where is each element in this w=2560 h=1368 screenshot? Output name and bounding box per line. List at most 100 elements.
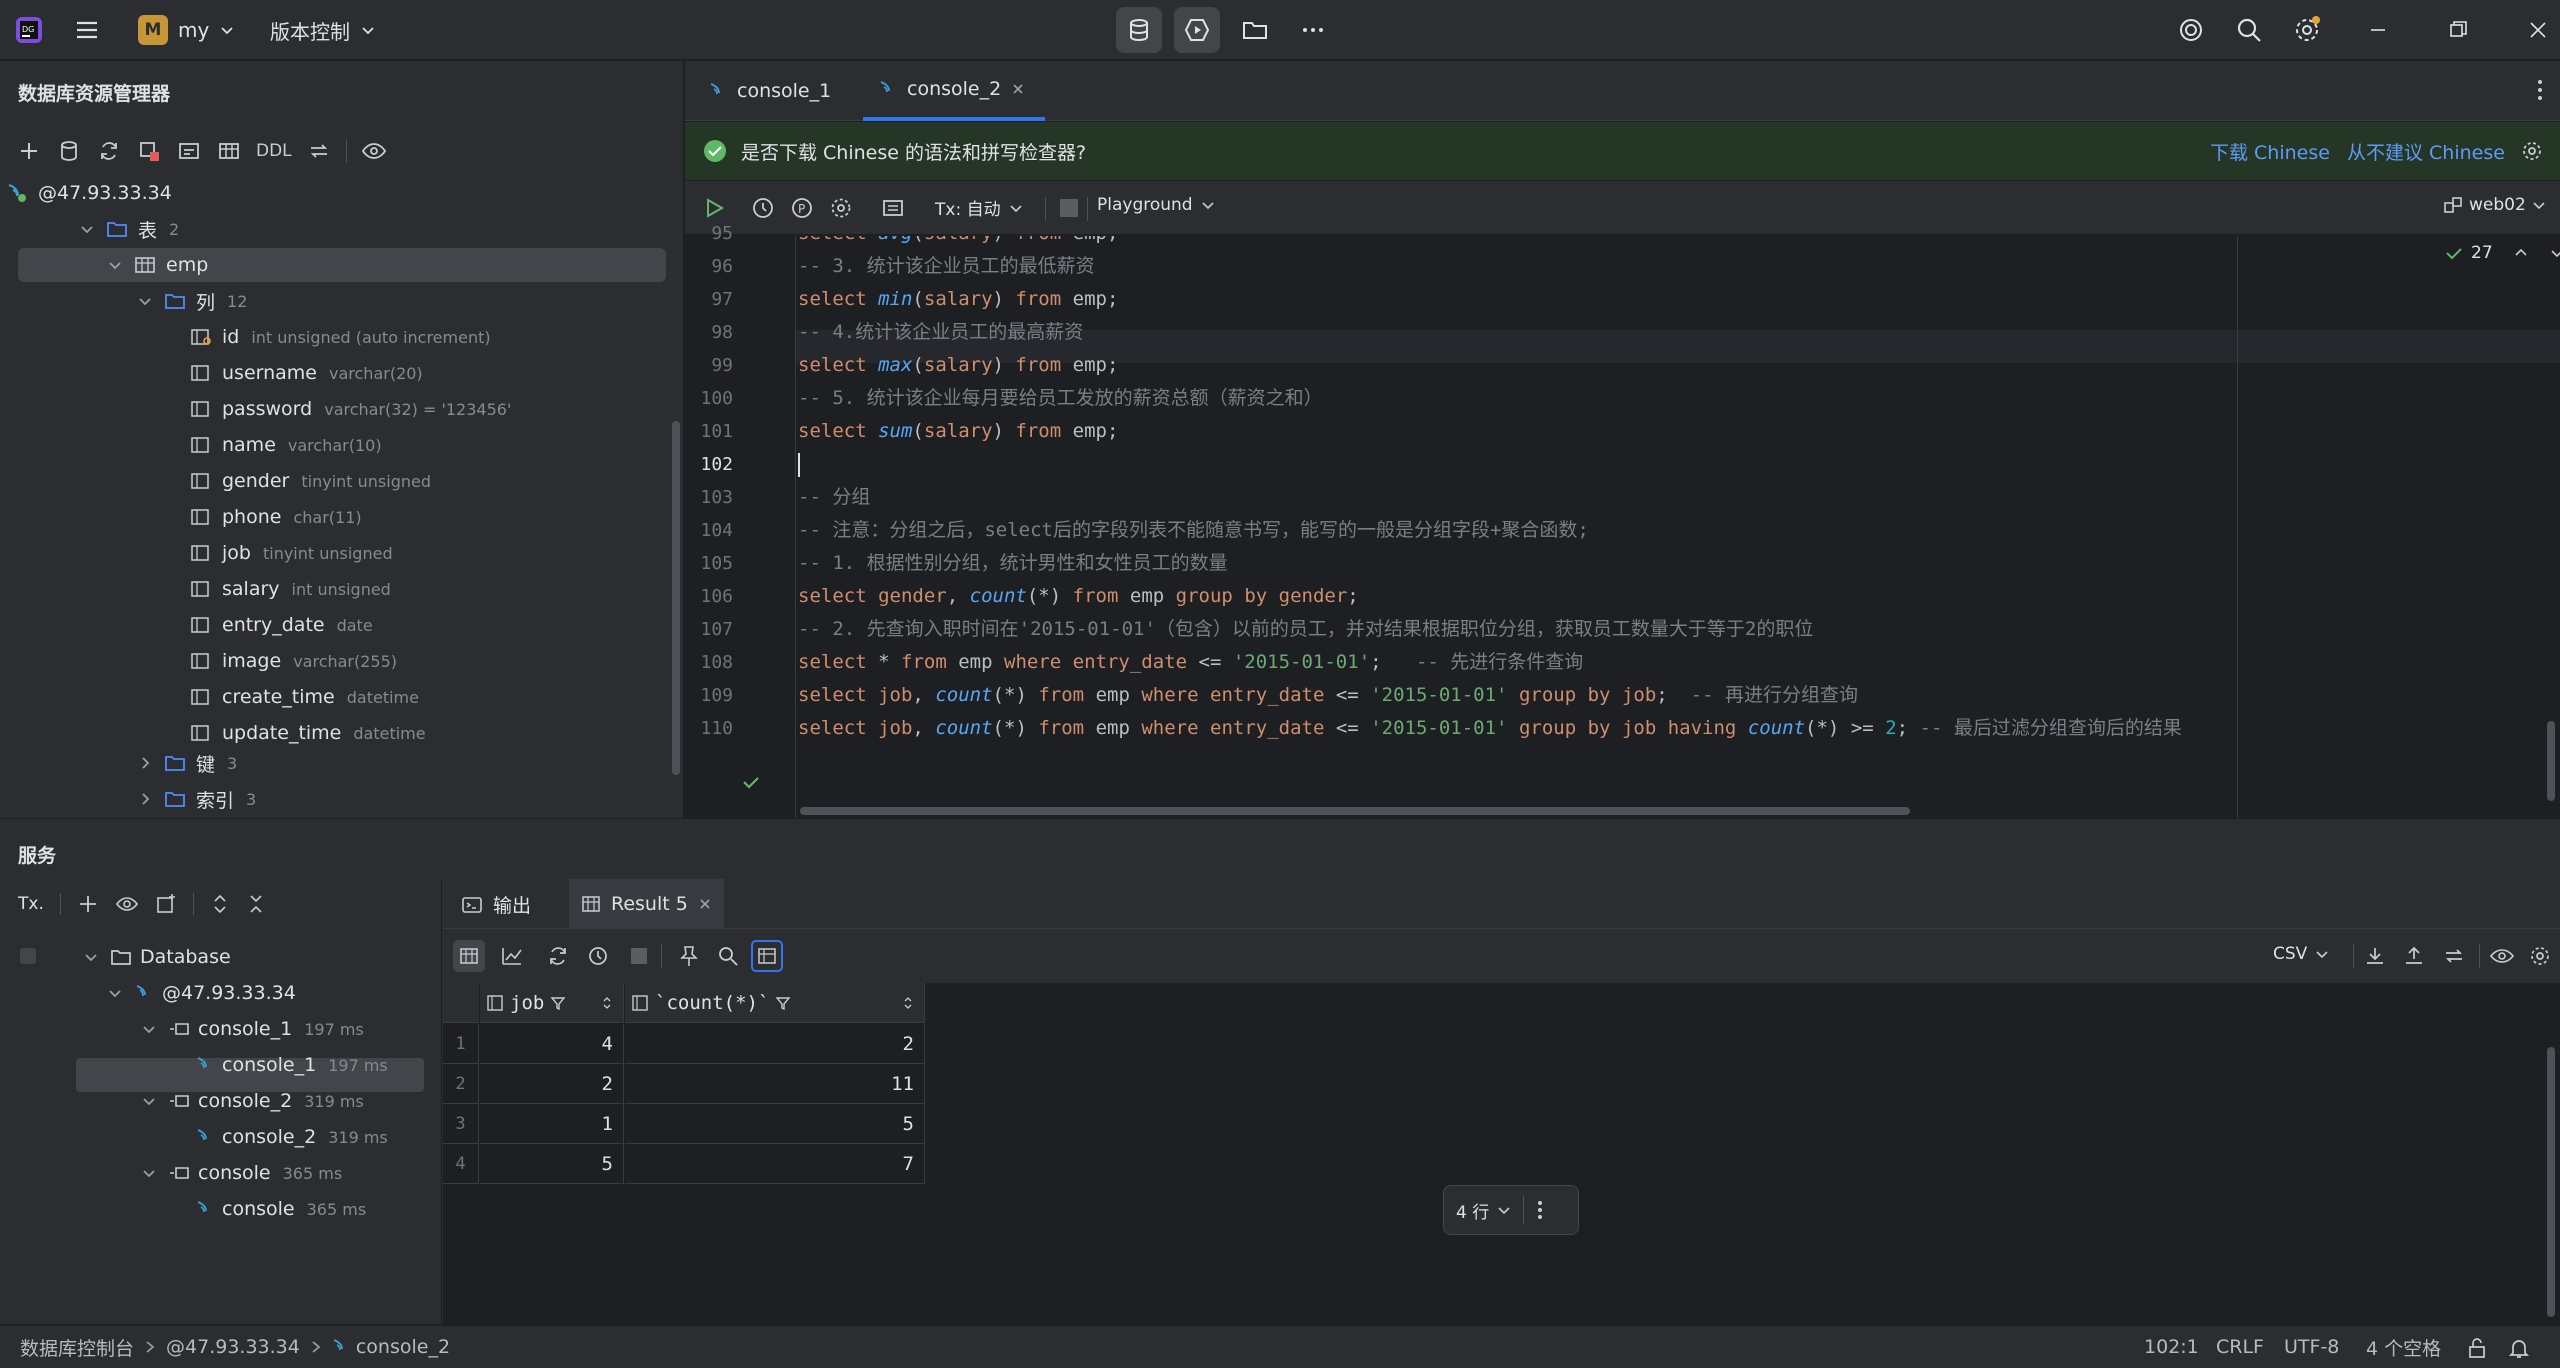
pin-icon[interactable] [679,945,699,967]
chart-icon[interactable] [501,946,523,966]
tabs-more-icon[interactable] [2536,77,2544,103]
node-checkbox[interactable] [20,948,36,964]
tree-keys-folder[interactable]: 键 3 [136,745,237,781]
indent-setting[interactable]: 4 个空格 [2366,1334,2441,1361]
eye-icon[interactable] [2489,945,2515,967]
console-icon[interactable] [176,138,202,164]
tree-column-name[interactable]: name varchar(10) [190,427,382,463]
stop-icon[interactable] [631,948,647,964]
more-icon[interactable] [1290,7,1336,53]
services-tree-node[interactable]: console_2 319 ms [140,1083,364,1119]
row-number[interactable]: 3 [443,1104,479,1144]
jump-icon[interactable] [306,138,332,164]
lock-icon[interactable] [2466,1337,2488,1359]
services-tree-node[interactable]: console_1 197 ms [140,1011,364,1047]
tab-output[interactable]: 输出 [461,891,531,918]
filter-icon[interactable] [550,995,566,1011]
inspection-widget[interactable]: 27 [2445,243,2560,263]
cell-count[interactable]: 7 [625,1144,925,1184]
project-switcher[interactable]: M my [138,0,235,60]
tx-mode-select[interactable]: Tx: 自动 [935,195,1023,220]
collapse-all-icon[interactable] [246,893,266,915]
tree-column-username[interactable]: username varchar(20) [190,355,423,391]
code-editor[interactable]: select avg(salary) from emp; -- 3. 统计该企业员… [798,236,2558,818]
column-header-count[interactable]: `count(*)` [625,983,925,1023]
tab-result-5[interactable]: Result 5 [569,879,724,929]
tree-column-job[interactable]: job tinyint unsigned [190,535,393,571]
tree-column-image[interactable]: image varchar(255) [190,643,397,679]
close-icon[interactable] [2526,18,2550,42]
horizontal-scrollbar[interactable] [800,807,1910,815]
tab-console-2[interactable]: console_2 [863,61,1045,121]
explain-plan-icon[interactable]: P [790,196,814,220]
schema-select[interactable]: web02 [2443,195,2546,215]
app-logo-icon[interactable]: DG [14,0,44,60]
tree-scrollbar[interactable] [672,421,680,775]
upload-icon[interactable] [2403,945,2425,967]
expand-all-icon[interactable] [210,893,230,915]
disconnect-icon[interactable] [136,138,162,164]
table-view-icon[interactable] [453,940,485,972]
export-format-select[interactable]: CSV [2273,944,2329,964]
add-icon[interactable] [77,893,99,915]
encoding[interactable]: UTF-8 [2284,1336,2339,1358]
services-tree-node[interactable]: console_1 197 ms [196,1047,388,1083]
refresh-icon[interactable] [96,138,122,164]
gear-icon[interactable] [2521,140,2543,162]
crumb-console[interactable]: 数据库控制台 [20,1334,134,1361]
database-icon[interactable] [1116,7,1162,53]
never-suggest-link[interactable]: 从不建议 Chinese [2347,138,2505,165]
vcs-menu[interactable]: 版本控制 [270,0,376,60]
filter-icon[interactable] [775,995,791,1011]
tree-column-phone[interactable]: phone char(11) [190,499,362,535]
folder-icon[interactable] [1232,7,1278,53]
data-source-icon[interactable] [56,138,82,164]
cell-job[interactable]: 1 [480,1104,624,1144]
results-scrollbar[interactable] [2547,1047,2555,1317]
crumb-file[interactable]: console_2 [356,1336,450,1358]
restore-icon[interactable] [2446,18,2470,42]
services-tree-node[interactable]: console_2 319 ms [196,1119,388,1155]
notifications-icon[interactable] [2508,1337,2530,1359]
layout-icon[interactable] [881,196,905,220]
table-icon[interactable] [216,138,242,164]
cell-job[interactable]: 2 [480,1064,624,1104]
tree-column-salary[interactable]: salary int unsigned [190,571,391,607]
playground-select[interactable]: Playground [1097,195,1215,215]
services-tree-node[interactable]: console 365 ms [140,1155,342,1191]
new-session-icon[interactable] [155,893,177,915]
tx-button[interactable]: Tx. [18,894,44,914]
row-number[interactable]: 4 [443,1144,479,1184]
tree-host[interactable]: @47.93.33.34 [6,175,172,211]
cursor-position[interactable]: 102:1 [2144,1336,2199,1358]
row-number[interactable]: 1 [443,1024,479,1064]
line-ending[interactable]: CRLF [2216,1336,2264,1358]
settings-icon[interactable] [829,196,853,220]
stop-icon[interactable] [1060,199,1078,217]
tree-column-entry-date[interactable]: entry_date date [190,607,373,643]
tree-tables-folder[interactable]: 表 2 [78,211,179,247]
services-tree-node[interactable]: Database [82,939,243,975]
crumb-host[interactable]: @47.93.33.34 [166,1336,300,1358]
history-icon[interactable] [751,196,775,220]
tree-column-id[interactable]: id int unsigned (auto increment) [190,319,491,355]
ai-assistant-icon[interactable] [2176,15,2206,45]
tree-column-gender[interactable]: gender tinyint unsigned [190,463,431,499]
compare-icon[interactable] [2443,945,2465,967]
cell-job[interactable]: 5 [480,1144,624,1184]
vertical-scrollbar[interactable] [2547,721,2555,801]
filter-view-icon[interactable] [751,940,783,972]
cell-count[interactable]: 5 [625,1104,925,1144]
chevron-down-icon[interactable] [2549,245,2560,261]
services-tree-node[interactable]: @47.93.33.34 [106,975,308,1011]
tab-console-1[interactable]: console_1 [703,61,863,121]
sort-icon[interactable] [601,995,613,1011]
tab-close-icon[interactable] [1011,82,1025,96]
sort-icon[interactable] [902,995,914,1011]
tree-indexes-folder[interactable]: 索引 3 [136,781,256,817]
add-icon[interactable] [16,138,42,164]
tree-column-create-time[interactable]: create_time datetime [190,679,419,715]
tab-close-icon[interactable] [698,897,712,911]
search-icon[interactable] [2234,15,2264,45]
column-header-job[interactable]: job [480,983,624,1023]
